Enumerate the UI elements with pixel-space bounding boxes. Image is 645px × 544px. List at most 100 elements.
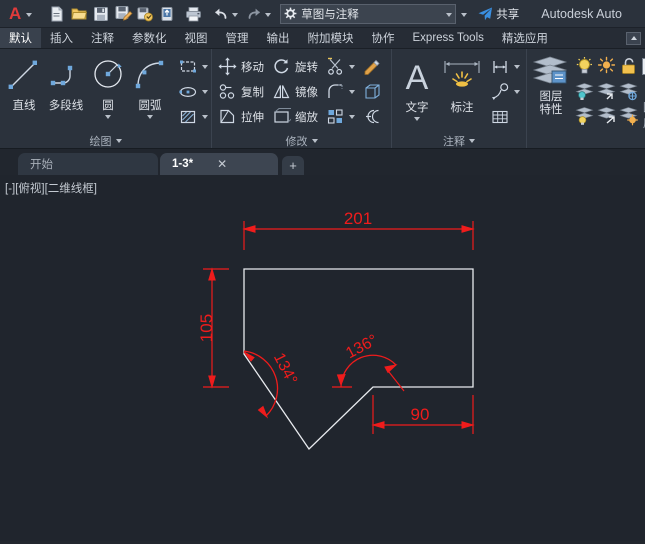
ribbon-tab-view[interactable]: 视图 <box>176 28 217 48</box>
doc-tab-file[interactable]: 1-3* ✕ <box>160 153 278 175</box>
chevron-down-icon[interactable] <box>311 138 318 143</box>
tool-circle[interactable]: 圆 <box>87 51 129 119</box>
doc-tab-start[interactable]: 开始 <box>18 153 158 175</box>
layer-match-icon[interactable] <box>574 105 595 126</box>
workspace-selector[interactable]: 草图与注释 <box>280 3 457 24</box>
dimension-136-deg[interactable]: 136° <box>332 332 405 392</box>
close-icon[interactable]: ✕ <box>217 158 227 170</box>
export-icon[interactable] <box>134 3 156 25</box>
tool-solid-edit[interactable] <box>360 79 385 104</box>
print-icon[interactable] <box>182 3 204 25</box>
layer-off-icon[interactable] <box>618 81 639 102</box>
ribbon-tab-insert[interactable]: 插入 <box>41 28 82 48</box>
layer-thaw-icon[interactable] <box>596 56 617 77</box>
layer-change-icon[interactable] <box>596 105 617 126</box>
redo-dropdown-icon[interactable] <box>265 13 272 17</box>
autocad-logo-icon[interactable]: A <box>4 5 24 22</box>
ribbon-tab-annotate[interactable]: 注释 <box>82 28 123 48</box>
layer-freeze-icon[interactable] <box>596 81 617 102</box>
tool-hatch[interactable] <box>175 104 211 129</box>
save-icon[interactable] <box>90 3 112 25</box>
layer-on-icon[interactable] <box>574 56 595 77</box>
chevron-down-icon[interactable] <box>446 12 453 17</box>
chevron-down-icon[interactable] <box>349 114 355 119</box>
cloud-upload-icon[interactable] <box>156 3 178 25</box>
open-file-icon[interactable] <box>68 3 90 25</box>
tool-array[interactable] <box>323 104 358 129</box>
tool-stretch[interactable]: 拉伸 <box>215 104 267 129</box>
scale-icon <box>272 107 291 126</box>
qat-overflow-icon[interactable] <box>461 13 468 17</box>
layer-tools-grid: 图层 <box>574 51 645 130</box>
trim-icon <box>326 57 345 76</box>
dimension-134-deg[interactable]: 134° <box>243 350 300 419</box>
layer-state-icon[interactable] <box>618 105 639 126</box>
chevron-down-icon[interactable] <box>105 115 111 119</box>
ribbon-tab-output[interactable]: 输出 <box>258 28 299 48</box>
redo-icon[interactable] <box>243 3 265 25</box>
tool-layer-properties[interactable]: 图层 特性 <box>530 51 572 117</box>
ribbon-minimize-button[interactable] <box>626 31 641 45</box>
chevron-down-icon[interactable] <box>202 114 208 119</box>
gear-icon <box>284 7 297 20</box>
dimension-105[interactable]: 105 <box>197 267 229 389</box>
ribbon-minimize-area <box>626 28 645 48</box>
ribbon-tab-manage[interactable]: 管理 <box>217 28 258 48</box>
chevron-down-icon[interactable] <box>514 89 520 94</box>
dimension-90[interactable]: 90 <box>371 395 475 434</box>
tool-scale[interactable]: 缩放 <box>269 104 321 129</box>
tool-offset[interactable] <box>360 104 385 129</box>
doc-tab-start-label: 开始 <box>30 159 53 171</box>
dimension-134-label: 134° <box>270 350 300 387</box>
chevron-down-icon[interactable] <box>202 89 208 94</box>
ribbon-tab-collaborate[interactable]: 协作 <box>363 28 404 48</box>
tool-table[interactable] <box>487 104 523 129</box>
ribbon-tab-featured-apps[interactable]: 精选应用 <box>493 28 557 48</box>
layer-unlock-icon[interactable] <box>618 56 639 77</box>
share-button[interactable]: 共享 <box>477 6 519 22</box>
tool-ellipse[interactable] <box>175 79 211 104</box>
tool-trim[interactable] <box>323 54 358 79</box>
tool-rotate[interactable]: 旋转 <box>269 54 321 79</box>
tool-arc[interactable]: 圆弧 <box>129 51 171 119</box>
ribbon-tab-default[interactable]: 默认 <box>0 28 41 48</box>
chevron-down-icon[interactable] <box>26 13 33 17</box>
ribbon-tab-express-tools[interactable]: Express Tools <box>404 28 493 48</box>
tool-edit-polyline[interactable] <box>360 54 385 79</box>
chevron-down-icon[interactable] <box>514 64 520 69</box>
new-file-icon[interactable] <box>46 3 68 25</box>
chevron-down-icon[interactable] <box>414 117 420 121</box>
panel-title-annotation-label: 注释 <box>443 135 465 148</box>
tool-rectangle[interactable] <box>175 54 211 79</box>
tool-text[interactable]: A 文字 <box>395 51 439 121</box>
ribbon-panel-draw: 直线 多段线 圆 圆弧 绘图 <box>0 49 212 148</box>
rotate-icon <box>272 57 291 76</box>
tool-leader[interactable] <box>487 79 523 104</box>
dimension-201[interactable]: 201 <box>242 209 475 250</box>
tool-polyline[interactable]: 多段线 <box>45 51 87 113</box>
ribbon-tab-addins[interactable]: 附加模块 <box>299 28 363 48</box>
save-as-icon[interactable] <box>112 3 134 25</box>
chevron-down-icon[interactable] <box>115 138 122 143</box>
tool-copy[interactable]: 复制 <box>215 79 267 104</box>
tool-mirror[interactable]: 镜像 <box>269 79 321 104</box>
tool-line[interactable]: 直线 <box>3 51 45 113</box>
chevron-down-icon[interactable] <box>469 138 475 143</box>
tool-dimension[interactable]: 标注 <box>439 51 485 115</box>
undo-dropdown-icon[interactable] <box>232 13 239 17</box>
drawing-canvas[interactable]: [-][俯视][二维线框] 201 105 90 134° 136° <box>0 175 645 541</box>
add-tab-button[interactable]: + <box>282 156 304 175</box>
layer-isolate-icon[interactable] <box>574 81 595 102</box>
tool-linear-dimension[interactable] <box>487 54 523 79</box>
tool-move[interactable]: 移动 <box>215 54 267 79</box>
chevron-down-icon[interactable] <box>202 64 208 69</box>
ribbon-tab-parametric[interactable]: 参数化 <box>123 28 176 48</box>
layer-row-3: 图层 <box>574 102 645 130</box>
tool-fillet[interactable] <box>323 79 358 104</box>
chevron-down-icon[interactable] <box>349 89 355 94</box>
undo-icon[interactable] <box>210 3 232 25</box>
chevron-down-icon[interactable] <box>349 64 355 69</box>
chevron-down-icon[interactable] <box>147 115 153 119</box>
stretch-icon <box>218 107 237 126</box>
ribbon-tab-bar: 默认 插入 注释 参数化 视图 管理 输出 附加模块 协作 Express To… <box>0 28 645 49</box>
